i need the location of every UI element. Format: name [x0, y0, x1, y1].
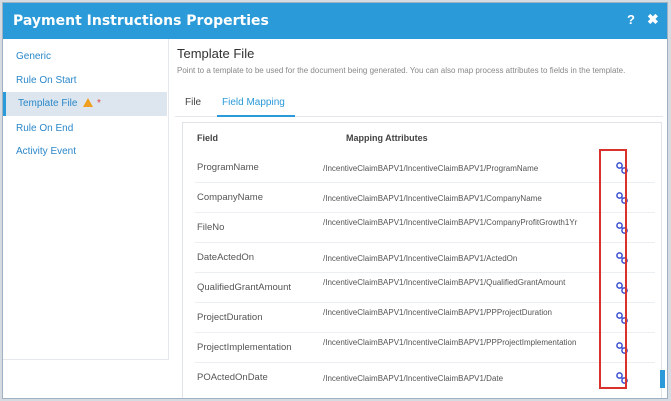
table-row: ProjectImplementation /IncentiveClaimBAP…	[183, 333, 661, 363]
mapping-attribute: /IncentiveClaimBAPV1/IncentiveClaimBAPV1…	[323, 164, 539, 173]
field-mapping-table: Field Mapping Attributes ProgramName /In…	[182, 122, 662, 398]
column-header-field: Field	[197, 133, 219, 143]
table-row: ProjectDuration /IncentiveClaimBAPV1/Inc…	[183, 303, 661, 333]
close-icon[interactable]: ✖	[647, 11, 659, 28]
table-row: POActedOnDate /IncentiveClaimBAPV1/Incen…	[183, 363, 661, 393]
link-icon[interactable]	[615, 341, 629, 355]
link-icon[interactable]	[615, 191, 629, 205]
field-name: FileNo	[197, 222, 225, 233]
table-row: DateActedOn /IncentiveClaimBAPV1/Incenti…	[183, 243, 661, 273]
column-header-mapping: Mapping Attributes	[346, 133, 428, 143]
sidebar-item-label: Rule On End	[16, 123, 74, 134]
sidebar-item-rule-on-end[interactable]: Rule On End	[3, 117, 167, 141]
field-name: POActedOnDate	[197, 372, 268, 383]
required-marker: *	[97, 98, 101, 109]
warning-icon	[83, 98, 94, 107]
tab-field-mapping[interactable]: Field Mapping	[222, 97, 285, 108]
dialog-title: Payment Instructions Properties	[13, 13, 269, 29]
mapping-attribute: /IncentiveClaimBAPV1/IncentiveClaimBAPV1…	[323, 308, 552, 317]
section-title: Template File	[177, 46, 255, 61]
properties-dialog: Payment Instructions Properties ? ✖ Gene…	[2, 2, 668, 399]
scrollbar-thumb[interactable]	[660, 370, 665, 388]
table-header: Field Mapping Attributes	[183, 123, 661, 153]
mapping-attribute: /IncentiveClaimBAPV1/IncentiveClaimBAPV1…	[323, 194, 542, 203]
sidebar-item-label: Rule On Start	[16, 75, 77, 86]
sidebar-item-generic[interactable]: Generic	[3, 45, 167, 69]
field-name: ProgramName	[197, 162, 259, 173]
mapping-attribute: /IncentiveClaimBAPV1/IncentiveClaimBAPV1…	[323, 218, 578, 227]
mapping-attribute: /IncentiveClaimBAPV1/IncentiveClaimBAPV1…	[323, 338, 577, 347]
table-row: FileNo /IncentiveClaimBAPV1/IncentiveCla…	[183, 213, 661, 243]
tab-bar: File Field Mapping	[175, 91, 663, 117]
sidebar: Generic Rule On Start Template File * Ru…	[3, 39, 169, 359]
table-row: QualifiedGrantAmount /IncentiveClaimBAPV…	[183, 273, 661, 303]
field-name: QualifiedGrantAmount	[197, 282, 291, 293]
field-name: CompanyName	[197, 192, 263, 203]
link-icon[interactable]	[615, 311, 629, 325]
main-content: Template File Point to a template to be …	[169, 39, 667, 398]
sidebar-item-label: Activity Event	[16, 146, 77, 157]
mapping-attribute: /IncentiveClaimBAPV1/IncentiveClaimBAPV1…	[323, 278, 566, 287]
link-icon[interactable]	[615, 371, 629, 385]
table-row: ProgramName /IncentiveClaimBAPV1/Incenti…	[183, 153, 661, 183]
sidebar-item-label: Generic	[16, 51, 52, 62]
active-tab-indicator	[217, 115, 295, 117]
sidebar-item-rule-on-start[interactable]: Rule On Start	[3, 69, 167, 93]
sidebar-item-template-file[interactable]: Template File *	[3, 92, 167, 116]
field-name: DateActedOn	[197, 252, 255, 263]
link-icon[interactable]	[615, 251, 629, 265]
field-name: ProjectDuration	[197, 312, 263, 323]
dialog-titlebar: Payment Instructions Properties ? ✖	[3, 3, 667, 39]
section-description: Point to a template to be used for the d…	[177, 66, 626, 75]
field-name: ProjectImplementation	[197, 342, 292, 353]
divider	[3, 359, 169, 360]
mapping-attribute: /IncentiveClaimBAPV1/IncentiveClaimBAPV1…	[323, 374, 504, 383]
sidebar-item-activity-event[interactable]: Activity Event	[3, 140, 167, 164]
link-icon[interactable]	[615, 281, 629, 295]
help-icon[interactable]: ?	[627, 12, 635, 27]
tab-file[interactable]: File	[185, 97, 201, 108]
mapping-attribute: /IncentiveClaimBAPV1/IncentiveClaimBAPV1…	[323, 254, 518, 263]
link-icon[interactable]	[615, 221, 629, 235]
table-row: CompanyName /IncentiveClaimBAPV1/Incenti…	[183, 183, 661, 213]
link-icon[interactable]	[615, 161, 629, 175]
sidebar-item-label: Template File	[18, 98, 78, 109]
